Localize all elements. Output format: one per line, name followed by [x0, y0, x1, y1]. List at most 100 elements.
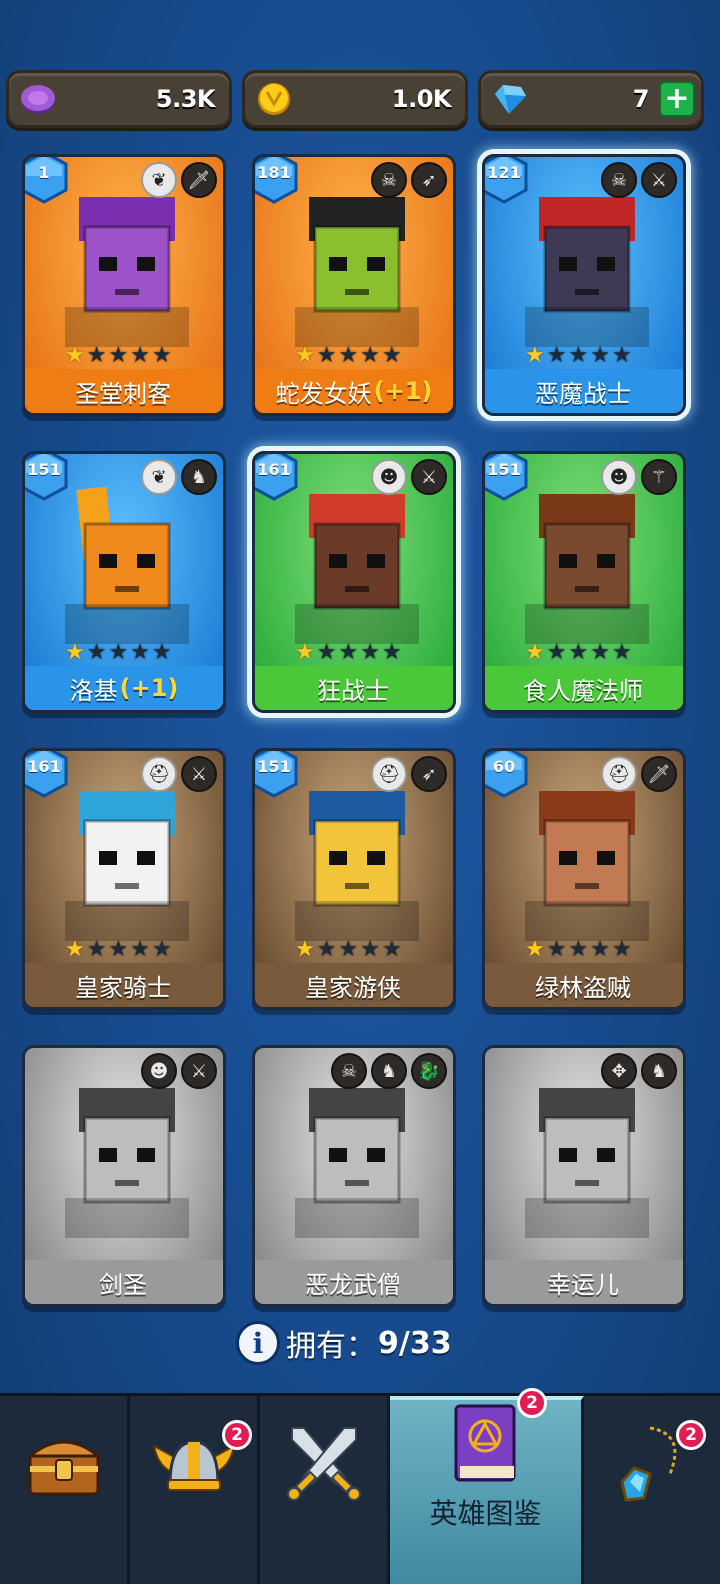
star-icon: ★ [316, 640, 337, 665]
hero-card[interactable]: 181 ☠ ➶ ★ ★ ★ ★ ★ 蛇发女妖 (+1) [252, 154, 456, 416]
gem-value: 7 [632, 85, 650, 113]
hero-name: 恶龙武僧 [305, 1270, 401, 1299]
hero-class-badges: ⛑ ➶ [371, 756, 447, 792]
hero-name-bar: 剑圣 [25, 1260, 223, 1304]
star-icon: ★ [295, 937, 315, 962]
level-badge: 161 [25, 751, 69, 798]
hero-class-badges: ✥ ♞ [601, 1053, 677, 1089]
gem-icon [495, 85, 526, 114]
hero-card[interactable]: 121 ☠ ⚔ ★ ★ ★ ★ ★ 恶魔战士 [482, 154, 686, 416]
star-icon: ★ [338, 343, 359, 368]
level-badge: 121 [485, 157, 529, 204]
star-icon: ★ [130, 343, 150, 368]
gold-coin-icon [258, 83, 290, 115]
hero-card[interactable]: ✥ ♞ 幸运儿 [482, 1045, 686, 1307]
star-rating: ★ ★ ★ ★ ★ [525, 939, 632, 961]
hero-name-bar: 恶龙武僧 [255, 1260, 453, 1304]
star-icon: ★ [360, 640, 380, 665]
helmet-icon: ⛑ [141, 756, 177, 792]
tab-battle[interactable] [260, 1396, 390, 1584]
tab-heroes[interactable]: 2 [130, 1396, 260, 1584]
star-icon: ★ [611, 343, 632, 368]
star-icon: ★ [360, 937, 380, 962]
hero-name: 幸运儿 [547, 1270, 619, 1299]
hero-class-badges: ☻ ⚚ [601, 459, 677, 495]
star-rating: ★ ★ ★ ★ ★ [525, 345, 632, 367]
star-icon: ★ [568, 343, 589, 368]
orc-icon: ☻ [371, 459, 407, 495]
star-icon: ★ [546, 343, 567, 368]
hero-level: 1 [38, 163, 50, 182]
purple-currency[interactable]: 5.3K [6, 70, 232, 128]
hero-card[interactable]: 161 ⛑ ⚔ ★ ★ ★ ★ ★ 皇家骑士 [22, 748, 226, 1010]
hero-level: 151 [27, 460, 61, 479]
star-icon: ★ [590, 640, 610, 665]
elf-icon: ✥ [601, 1053, 637, 1089]
treasure-chest-icon [26, 1440, 102, 1496]
angel-wings-icon: ❦ [141, 162, 177, 198]
hero-class-badges: ☻ ⚔ [141, 1053, 217, 1089]
sword-icon: ⚔ [411, 459, 447, 495]
hero-class-badges: ❦ ♞ [141, 459, 217, 495]
star-icon: ★ [381, 343, 402, 368]
hero-card[interactable]: 1 ❦ 🗡 ★ ★ ★ ★ ★ 圣堂刺客 [22, 154, 226, 416]
hero-name-bar: 蛇发女妖 (+1) [255, 369, 453, 413]
star-rating: ★ ★ ★ ★ ★ [295, 345, 402, 367]
bottom-nav: 2 英雄图鉴 2 2 [0, 1388, 720, 1584]
hero-name: 洛基 [69, 676, 118, 705]
star-icon: ★ [151, 640, 172, 665]
owned-label: 拥有： [286, 1329, 376, 1364]
purple-token-icon [21, 85, 55, 114]
hero-card[interactable]: 161 ☻ ⚔ ★ ★ ★ ★ ★ 狂战士 [252, 451, 456, 713]
tab-shop[interactable] [0, 1396, 130, 1584]
hero-card[interactable]: 60 ⛑ 🗡 ★ ★ ★ ★ ★ 绿林盗贼 [482, 748, 686, 1010]
skull-icon: ☠ [371, 162, 407, 198]
star-rating: ★ ★ ★ ★ ★ [295, 939, 402, 961]
star-icon: ★ [108, 343, 129, 368]
hero-card[interactable]: ☠ ♞ 🐉 恶龙武僧 [252, 1045, 456, 1307]
hero-name-bar: 恶魔战士 [485, 369, 683, 413]
hero-book-notification-badge: 2 [517, 1388, 547, 1418]
gold-currency[interactable]: 1.0K [242, 70, 468, 128]
tab-equipment[interactable]: 2 [584, 1396, 720, 1584]
heroes-notification-badge: 2 [222, 1420, 252, 1450]
hero-name: 蛇发女妖 [275, 379, 372, 408]
star-icon: ★ [316, 937, 337, 962]
level-badge: 151 [255, 751, 299, 798]
star-rating: ★ ★ ★ ★ ★ [65, 642, 172, 664]
star-icon: ★ [295, 640, 315, 665]
hero-card[interactable]: ☻ ⚔ 剑圣 [22, 1045, 226, 1307]
hero-card[interactable]: 151 ❦ ♞ ★ ★ ★ ★ ★ 洛基 (+1) [22, 451, 226, 713]
dragon-icon: 🐉 [411, 1053, 447, 1089]
orc-icon: ☻ [601, 459, 637, 495]
hero-level: 181 [257, 163, 291, 182]
hero-name-bar: 洛基 (+1) [25, 666, 223, 710]
star-icon: ★ [86, 343, 107, 368]
hero-class-badges: ☠ ♞ 🐉 [331, 1053, 447, 1089]
star-icon: ★ [381, 937, 402, 962]
info-icon[interactable]: i [236, 1321, 280, 1365]
tab-hero-book[interactable]: 英雄图鉴 2 [390, 1388, 584, 1584]
star-rating: ★ ★ ★ ★ ★ [295, 642, 402, 664]
hero-name: 恶魔战士 [535, 379, 631, 408]
gold-value: 1.0K [391, 85, 452, 113]
helmet-icon: ⛑ [371, 756, 407, 792]
star-icon: ★ [151, 937, 172, 962]
hero-level: 151 [487, 460, 521, 479]
hero-name-bar: 食人魔法师 [485, 666, 683, 710]
hero-class-badges: ☠ ⚔ [601, 162, 677, 198]
level-badge: 151 [25, 454, 69, 501]
hero-name-bar: 幸运儿 [485, 1260, 683, 1304]
star-icon: ★ [338, 640, 359, 665]
hero-card[interactable]: 151 ⛑ ➶ ★ ★ ★ ★ ★ 皇家游侠 [252, 748, 456, 1010]
star-icon: ★ [360, 343, 380, 368]
level-badge: 181 [255, 157, 299, 204]
gem-currency[interactable]: 7 + [478, 70, 704, 128]
star-icon: ★ [525, 343, 545, 368]
hero-name-bar: 圣堂刺客 [25, 369, 223, 413]
star-icon: ★ [65, 640, 85, 665]
hero-card[interactable]: 151 ☻ ⚚ ★ ★ ★ ★ ★ 食人魔法师 [482, 451, 686, 713]
add-gems-button[interactable]: + [659, 81, 695, 117]
hero-class-badges: ❦ 🗡 [141, 162, 217, 198]
hero-level: 161 [27, 757, 61, 776]
